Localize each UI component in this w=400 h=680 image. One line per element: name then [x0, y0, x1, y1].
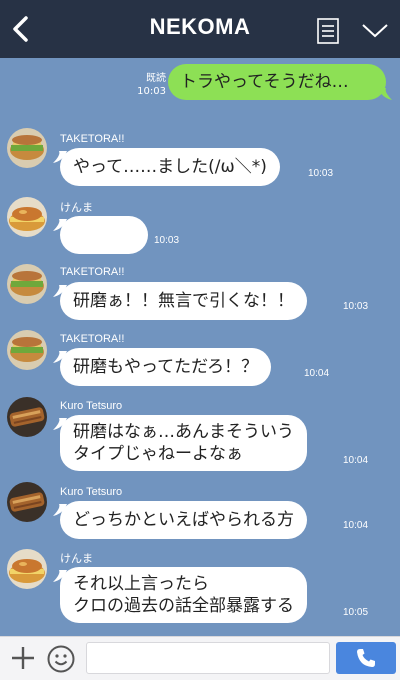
- smiley-icon: [47, 645, 75, 673]
- sent-meta: 既読 10:03: [132, 72, 166, 98]
- plus-icon: [12, 647, 34, 669]
- grilled-fish-avatar[interactable]: [7, 397, 47, 437]
- call-button[interactable]: [336, 642, 396, 674]
- sent-time: 10:03: [137, 86, 166, 97]
- message-line: それ以上言ったら: [73, 574, 209, 594]
- message-line: クロの過去の話全部暴露する: [73, 596, 294, 616]
- sandwich-avatar[interactable]: [7, 330, 47, 370]
- message-bubble[interactable]: 研磨はなぁ…あんまそういう タイプじゃねーよなぁ: [60, 415, 307, 471]
- sender-name: TAKETORA!!: [60, 266, 125, 278]
- sandwich-avatar[interactable]: [7, 264, 47, 304]
- message-line: 研磨はなぁ…あんまそういう: [73, 422, 294, 442]
- phone-icon: [357, 649, 375, 667]
- sandwich-avatar[interactable]: [7, 128, 47, 168]
- sent-message-bubble[interactable]: トラやってそうだね…: [168, 64, 386, 100]
- message-time: 10:04: [343, 455, 369, 466]
- sender-name: けんま: [60, 553, 93, 565]
- message-bubble[interactable]: どっちかといえばやられる方: [60, 501, 307, 539]
- chat-header: NEKOMA: [0, 0, 400, 58]
- message-time: 10:03: [343, 301, 369, 312]
- sender-name: Kuro Tetsuro: [60, 486, 123, 498]
- add-button[interactable]: [10, 645, 36, 671]
- notes-button[interactable]: [316, 17, 340, 45]
- sender-name: Kuro Tetsuro: [60, 400, 123, 412]
- sender-name: TAKETORA!!: [60, 133, 125, 145]
- message-bubble[interactable]: [60, 216, 148, 254]
- chat-title: NEKOMA: [149, 14, 251, 39]
- message-bubble[interactable]: 研磨もやってただろ！？: [60, 348, 272, 386]
- message-line: タイプじゃねーよなぁ: [73, 444, 243, 464]
- message-bubble[interactable]: それ以上言ったら クロの過去の話全部暴露する: [60, 567, 307, 623]
- message-bubble[interactable]: やって……ました(/ω＼*): [60, 148, 280, 186]
- message-bubble[interactable]: 研磨ぁ！！無言で引くな！！: [60, 282, 307, 320]
- message-time: 10:03: [308, 168, 334, 179]
- sender-name: けんま: [60, 202, 93, 214]
- message-input[interactable]: [86, 642, 330, 674]
- sender-name: TAKETORA!!: [60, 333, 125, 345]
- message-time: 10:04: [343, 520, 369, 531]
- grilled-fish-avatar[interactable]: [7, 482, 47, 522]
- menu-dropdown-button[interactable]: [360, 20, 390, 42]
- note-list-icon: [317, 18, 339, 44]
- pie-avatar[interactable]: [7, 197, 47, 237]
- message-time: 10:04: [304, 368, 330, 379]
- message-time: 10:03: [154, 235, 180, 246]
- message-input-bar: [0, 636, 400, 680]
- pie-avatar[interactable]: [7, 549, 47, 589]
- read-label: 既読: [146, 73, 166, 84]
- chevron-down-icon: [362, 24, 388, 38]
- message-time: 10:05: [343, 607, 369, 618]
- emoji-button[interactable]: [46, 644, 76, 674]
- chat-area[interactable]: 既読 10:03 トラやってそうだね… TAKETORA!! やって……ました(…: [0, 58, 400, 636]
